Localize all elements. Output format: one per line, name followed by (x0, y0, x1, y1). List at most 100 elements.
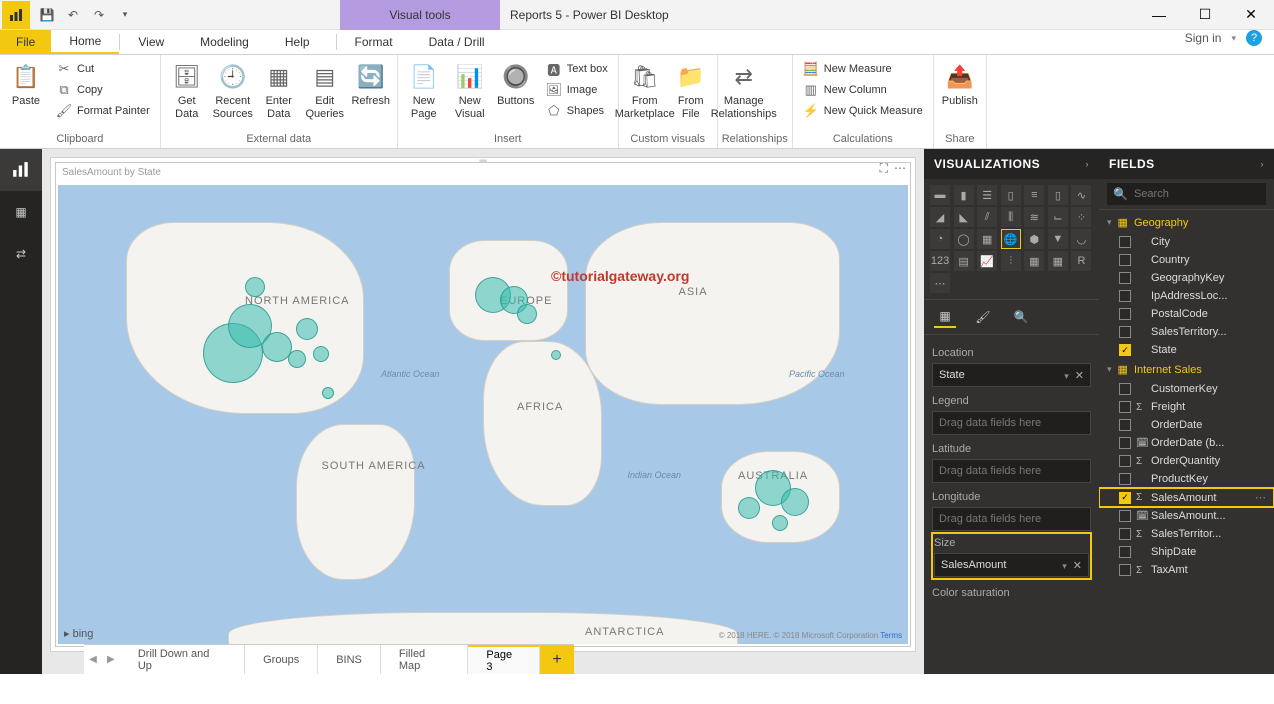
maximize-button[interactable]: ☐ (1182, 0, 1228, 30)
minimize-button[interactable]: — (1136, 0, 1182, 30)
field-orderdate-b[interactable]: 🗓OrderDate (b... (1099, 434, 1274, 452)
new-page-button[interactable]: 📄New Page (402, 57, 446, 124)
map-bubble[interactable] (322, 387, 334, 399)
field-salesamount[interactable]: ✓ΣSalesAmount⋯ (1099, 488, 1274, 507)
field-productkey[interactable]: ProductKey (1099, 470, 1274, 488)
field-salesterritory[interactable]: SalesTerritory... (1099, 323, 1274, 341)
field-taxamt[interactable]: ΣTaxAmt (1099, 561, 1274, 579)
map-bubble[interactable] (288, 350, 306, 368)
shapes-button[interactable]: ⬠Shapes (542, 101, 612, 121)
viz-more[interactable]: ⋯ (930, 273, 950, 293)
viz-line-column[interactable]: ⫽ (977, 207, 997, 227)
viz-waterfall[interactable]: ⌙ (1048, 207, 1068, 227)
publish-button[interactable]: 📤Publish (938, 57, 982, 112)
viz-100-column[interactable]: ▯ (1048, 185, 1068, 205)
data-view-button[interactable]: ▦ (0, 191, 42, 233)
size-well[interactable]: SalesAmount▾✕ (934, 553, 1089, 577)
chevron-right-icon[interactable]: › (1261, 159, 1265, 169)
page-tab-groups[interactable]: Groups (245, 645, 318, 674)
chevron-down-icon[interactable]: ▾ (1231, 33, 1236, 44)
format-painter-button[interactable]: 🖌Format Painter (52, 101, 154, 121)
field-state[interactable]: ✓State (1099, 341, 1274, 359)
viz-filled-map[interactable]: ⬢ (1024, 229, 1044, 249)
remove-location-icon[interactable]: ✕ (1075, 370, 1084, 382)
redo-icon[interactable]: ↷ (88, 4, 110, 26)
viz-slicer[interactable]: ⫶ (1001, 251, 1021, 271)
map-area[interactable]: NORTH AMERICA SOUTH AMERICA EUROPE AFRIC… (58, 185, 908, 644)
viz-line[interactable]: ∿ (1071, 185, 1091, 205)
report-canvas[interactable]: ═ ⛶ ⋯ SalesAmount by State NO (50, 157, 916, 652)
enter-data-button[interactable]: ▦Enter Data (257, 57, 301, 124)
viz-matrix[interactable]: ▦ (1048, 251, 1068, 271)
field-salesamount2[interactable]: 🗓SalesAmount... (1099, 507, 1274, 525)
model-view-button[interactable]: ⇄ (0, 233, 42, 275)
viz-map[interactable]: 🌐 (1001, 229, 1021, 249)
new-column-button[interactable]: ▥New Column (799, 80, 927, 100)
manage-relationships-button[interactable]: ⇄Manage Relationships (722, 57, 766, 124)
page-tab-drilldown[interactable]: Drill Down and Up (120, 645, 245, 674)
viz-r[interactable]: R (1071, 251, 1091, 271)
map-bubble[interactable] (296, 318, 318, 340)
view-tab[interactable]: View (120, 30, 182, 54)
paste-button[interactable]: 📋 Paste (4, 57, 48, 112)
field-orderquantity[interactable]: ΣOrderQuantity (1099, 452, 1274, 470)
undo-icon[interactable]: ↶ (62, 4, 84, 26)
page-next-button[interactable]: ▶ (102, 645, 120, 674)
longitude-well[interactable]: Drag data fields here (932, 507, 1091, 531)
viz-kpi[interactable]: 📈 (977, 251, 997, 271)
modeling-tab[interactable]: Modeling (182, 30, 267, 54)
more-options-icon[interactable]: ⋯ (894, 161, 906, 176)
viz-stacked-area[interactable]: ◣ (954, 207, 974, 227)
new-visual-button[interactable]: 📊New Visual (448, 57, 492, 124)
help-icon[interactable]: ? (1246, 30, 1262, 46)
field-customerkey[interactable]: CustomerKey (1099, 380, 1274, 398)
chevron-right-icon[interactable]: › (1086, 159, 1090, 169)
viz-table[interactable]: ▦ (1024, 251, 1044, 271)
legend-well[interactable]: Drag data fields here (932, 411, 1091, 435)
image-button[interactable]: 🖼Image (542, 80, 612, 100)
remove-size-icon[interactable]: ✕ (1073, 560, 1082, 572)
analytics-tab-icon[interactable]: 🔍 (1010, 306, 1032, 328)
viz-stacked-column[interactable]: ▮ (954, 185, 974, 205)
map-bubble[interactable] (313, 346, 329, 362)
format-tab[interactable]: Format (337, 30, 411, 54)
viz-ribbon[interactable]: ≋ (1024, 207, 1044, 227)
close-button[interactable]: ✕ (1228, 0, 1274, 30)
viz-area[interactable]: ◢ (930, 207, 950, 227)
table-internet-sales[interactable]: ▾▦Internet Sales (1099, 359, 1274, 380)
field-city[interactable]: City (1099, 233, 1274, 251)
viz-stacked-bar[interactable]: ▬ (930, 185, 950, 205)
field-country[interactable]: Country (1099, 251, 1274, 269)
field-postalcode[interactable]: PostalCode (1099, 305, 1274, 323)
viz-gauge[interactable]: ◡ (1071, 229, 1091, 249)
field-salesterritor[interactable]: ΣSalesTerritor... (1099, 525, 1274, 543)
page-tab-page3[interactable]: Page 3 (468, 645, 540, 674)
from-file-button[interactable]: 📁From File (669, 57, 713, 124)
field-freight[interactable]: ΣFreight (1099, 398, 1274, 416)
field-more-icon[interactable]: ⋯ (1255, 491, 1266, 504)
new-measure-button[interactable]: 🧮New Measure (799, 59, 927, 79)
fields-tab-icon[interactable]: ▦ (934, 306, 956, 328)
viz-funnel[interactable]: ▼ (1048, 229, 1068, 249)
field-orderdate[interactable]: OrderDate (1099, 416, 1274, 434)
file-menu[interactable]: File (0, 30, 51, 54)
viz-donut[interactable]: ◯ (954, 229, 974, 249)
map-visual[interactable]: ⛶ ⋯ SalesAmount by State NORTH AMERICA S… (55, 162, 911, 647)
page-prev-button[interactable]: ◀ (84, 645, 102, 674)
field-shipdate[interactable]: ShipDate (1099, 543, 1274, 561)
cut-button[interactable]: ✂Cut (52, 59, 154, 79)
text-box-button[interactable]: 🅰Text box (542, 59, 612, 79)
viz-card[interactable]: 123 (930, 251, 950, 271)
report-view-button[interactable] (0, 149, 42, 191)
viz-100-bar[interactable]: ≡ (1024, 185, 1044, 205)
help-tab[interactable]: Help (267, 30, 328, 54)
copy-button[interactable]: ⧉Copy (52, 80, 154, 100)
map-bubble[interactable] (245, 277, 265, 297)
format-tab-icon[interactable]: 🖌 (972, 306, 994, 328)
signin-link[interactable]: Sign in (1185, 31, 1222, 45)
page-tab-filledmap[interactable]: Filled Map (381, 645, 469, 674)
viz-multi-card[interactable]: ▤ (954, 251, 974, 271)
location-well[interactable]: State▾✕ (932, 363, 1091, 387)
add-page-button[interactable]: + (540, 645, 574, 674)
latitude-well[interactable]: Drag data fields here (932, 459, 1091, 483)
